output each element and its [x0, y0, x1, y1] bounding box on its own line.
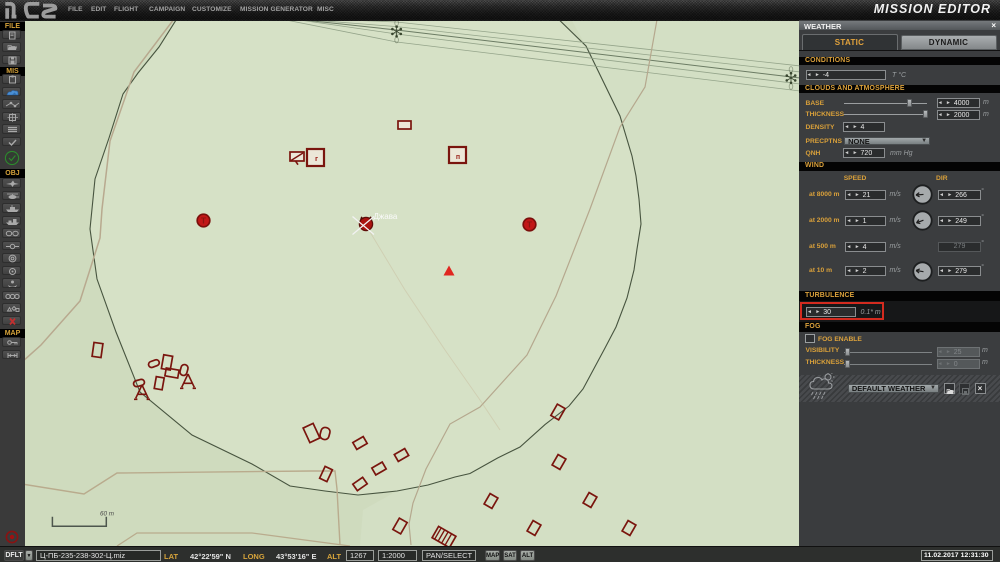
svg-text:п: п [456, 154, 460, 161]
svg-text:T: T [201, 216, 207, 226]
svg-text:T: T [527, 220, 533, 230]
svg-text:Джава: Джава [374, 212, 398, 221]
svg-text:60 m: 60 m [100, 511, 114, 518]
svg-text:г: г [315, 154, 318, 163]
